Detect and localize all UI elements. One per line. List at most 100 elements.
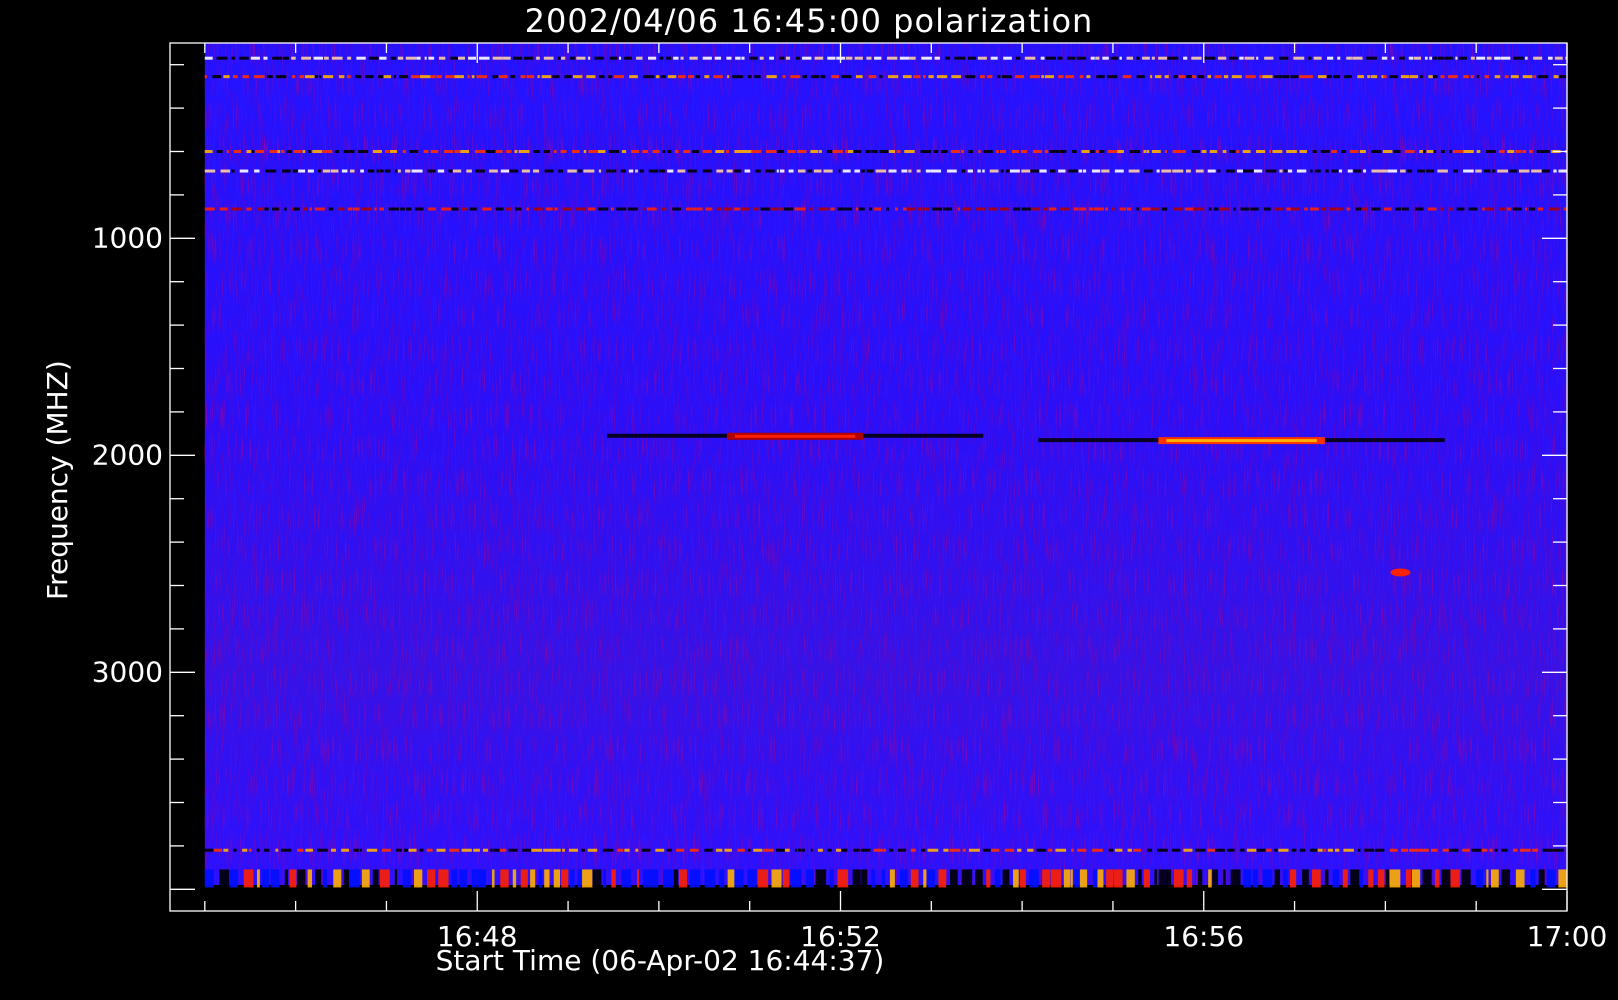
band-segment bbox=[788, 169, 794, 173]
band-segment bbox=[1240, 848, 1245, 852]
band-segment bbox=[1060, 207, 1070, 211]
band-segment bbox=[1256, 56, 1259, 60]
band-segment bbox=[1406, 169, 1413, 173]
band-segment bbox=[1429, 56, 1433, 60]
band-segment bbox=[1245, 75, 1256, 79]
band-segment bbox=[343, 869, 349, 888]
band-segment bbox=[338, 207, 345, 211]
band-segment bbox=[676, 848, 685, 852]
band-segment bbox=[1029, 75, 1040, 79]
band-segment bbox=[875, 169, 887, 173]
band-segment bbox=[297, 869, 306, 888]
band-segment bbox=[1272, 150, 1283, 153]
band-segment bbox=[1029, 869, 1039, 888]
band-segment bbox=[322, 869, 328, 888]
band-segment bbox=[1039, 169, 1047, 173]
band-segment bbox=[1409, 75, 1419, 79]
band-segment bbox=[870, 150, 878, 153]
band-segment bbox=[1161, 207, 1168, 211]
band-segment bbox=[1226, 169, 1235, 173]
band-segment bbox=[1243, 869, 1252, 888]
band-segment bbox=[239, 169, 249, 173]
band-segment bbox=[732, 75, 744, 79]
band-segment bbox=[1400, 169, 1406, 173]
band-segment bbox=[1136, 75, 1145, 79]
band-segment bbox=[853, 150, 862, 153]
band-segment bbox=[512, 869, 517, 888]
band-segment bbox=[1383, 207, 1392, 211]
band-segment bbox=[1299, 848, 1306, 852]
band-segment bbox=[950, 150, 960, 153]
band-segment bbox=[598, 75, 605, 79]
band-segment bbox=[611, 169, 617, 173]
band-segment bbox=[889, 848, 894, 852]
y-tick-label: 2000 bbox=[91, 438, 163, 472]
band-segment bbox=[936, 75, 948, 79]
band-segment bbox=[1448, 75, 1458, 79]
band-segment bbox=[779, 56, 785, 60]
heatmap-noise bbox=[204, 43, 1567, 885]
band-segment bbox=[923, 75, 926, 79]
band-segment bbox=[692, 207, 703, 211]
band-segment bbox=[223, 75, 230, 79]
band-segment bbox=[353, 848, 359, 852]
band-segment bbox=[960, 150, 964, 153]
band-segment bbox=[1548, 207, 1559, 211]
band-segment bbox=[428, 56, 435, 60]
band-segment bbox=[740, 869, 744, 888]
band-segment bbox=[1381, 169, 1387, 173]
band-segment bbox=[1442, 848, 1449, 852]
band-segment bbox=[1158, 56, 1168, 60]
band-segment bbox=[518, 150, 530, 153]
band-segment bbox=[436, 848, 446, 852]
band-segment bbox=[561, 56, 566, 60]
band-segment bbox=[581, 848, 585, 852]
band-segment bbox=[444, 150, 454, 153]
band-segment bbox=[1274, 869, 1281, 888]
band-segment bbox=[987, 75, 993, 79]
band-segment bbox=[954, 56, 966, 60]
band-segment bbox=[1009, 169, 1020, 173]
band-segment bbox=[1146, 150, 1150, 153]
band-segment bbox=[1310, 169, 1313, 173]
band-segment bbox=[1542, 848, 1554, 852]
band-segment bbox=[526, 207, 529, 211]
band-segment bbox=[818, 207, 829, 211]
band-segment bbox=[409, 150, 419, 153]
band-segment bbox=[569, 869, 575, 888]
band-segment bbox=[1468, 207, 1478, 211]
band-segment bbox=[1366, 56, 1378, 60]
band-segment bbox=[315, 869, 322, 888]
band-segment bbox=[1284, 169, 1287, 173]
band-segment bbox=[776, 150, 784, 153]
band-segment bbox=[394, 169, 398, 173]
band-segment bbox=[1299, 75, 1306, 79]
band-segment bbox=[1400, 75, 1410, 79]
band-segment bbox=[1019, 869, 1026, 888]
band-segment bbox=[1426, 169, 1435, 173]
band-segment bbox=[231, 169, 235, 173]
band-segment bbox=[1389, 848, 1398, 852]
band-segment bbox=[367, 169, 375, 173]
band-segment bbox=[962, 207, 971, 211]
band-segment bbox=[888, 169, 897, 173]
band-segment bbox=[705, 207, 713, 211]
band-segment bbox=[667, 150, 672, 153]
band-segment bbox=[576, 56, 586, 60]
band-segment bbox=[1427, 207, 1437, 211]
band-segment bbox=[1426, 150, 1434, 153]
band-segment bbox=[1553, 169, 1557, 173]
band-segment bbox=[1229, 56, 1238, 60]
burst-spot bbox=[1390, 568, 1411, 577]
band-segment bbox=[881, 869, 885, 888]
band-segment bbox=[545, 207, 553, 211]
band-segment bbox=[854, 169, 860, 173]
band-segment bbox=[1151, 56, 1155, 60]
band-segment bbox=[1107, 75, 1118, 79]
band-segment bbox=[536, 56, 540, 60]
band-segment bbox=[452, 169, 462, 173]
band-segment bbox=[927, 848, 939, 852]
band-segment bbox=[543, 150, 551, 153]
band-segment bbox=[1377, 869, 1385, 888]
band-segment bbox=[715, 848, 723, 852]
